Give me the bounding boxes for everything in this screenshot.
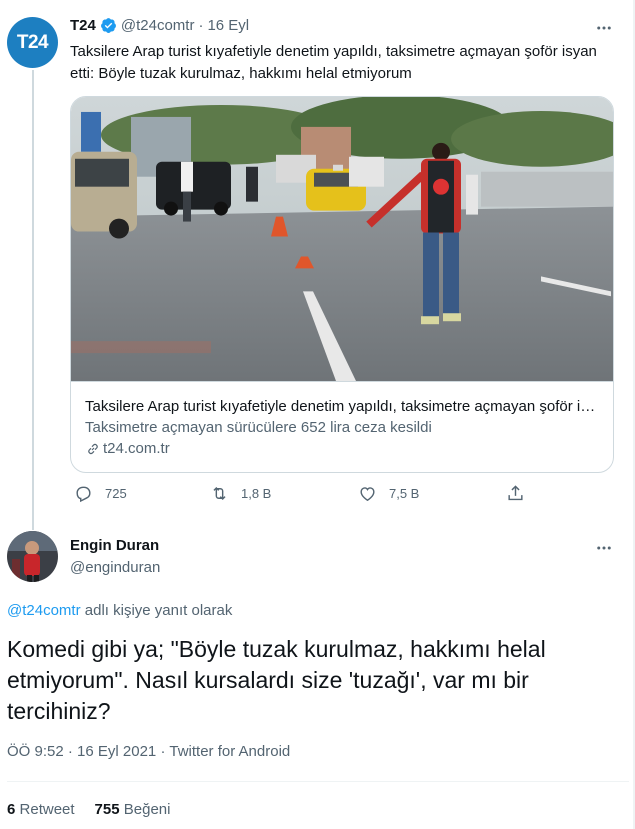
reply-time[interactable]: ÖÖ 9:52 (7, 743, 64, 760)
t24-avatar[interactable]: T24 (7, 17, 58, 68)
divider (7, 781, 629, 782)
retweet-button[interactable]: 1,8 B (210, 484, 271, 503)
retweets-label: Retweet (19, 801, 75, 818)
reply-to-handle-link[interactable]: @t24comtr (7, 602, 81, 619)
reply-author-handle[interactable]: @enginduran (70, 559, 160, 576)
reply-source[interactable]: Twitter for Android (169, 743, 290, 760)
share-icon (508, 485, 523, 501)
header-separator: · (198, 17, 204, 34)
tweet-author-name[interactable]: T24 (70, 17, 96, 34)
engagement-stats: 6 Retweet 755 Beğeni (7, 801, 190, 818)
engin-duran-avatar[interactable] (7, 531, 58, 582)
likes-stat[interactable]: 755 Beğeni (95, 801, 171, 818)
like-count: 7,5 B (389, 486, 420, 501)
tweet-action-bar: 725 1,8 B 7,5 B (70, 484, 540, 510)
reply-icon (76, 486, 91, 503)
article-photo (71, 97, 613, 382)
like-button[interactable]: 7,5 B (358, 484, 419, 503)
card-title[interactable]: Taksilere Arap turist kıyafetiyle deneti… (85, 398, 601, 415)
reply-button[interactable]: 725 (74, 484, 127, 503)
tweet-date[interactable]: 16 Eyl (207, 17, 249, 34)
reply-date[interactable]: 16 Eyl 2021 (77, 743, 156, 760)
replying-to: @t24comtr adlı kişiye yanıt olarak (7, 602, 232, 619)
retweet-count: 1,8 B (241, 486, 272, 501)
more-icon[interactable] (594, 538, 614, 558)
retweets-count: 6 (7, 801, 16, 818)
reply-text: Komedi gibi ya; "Böyle tuzak kurulmaz, h… (7, 636, 546, 724)
card-description: Taksimetre açmayan sürücülere 652 lira c… (85, 419, 432, 436)
reply-metadata: ÖÖ 9:52 · 16 Eyl 2021 · Twitter for Andr… (7, 743, 291, 760)
likes-count: 755 (94, 801, 120, 818)
likes-label: Beğeni (123, 801, 171, 818)
tweet-header: T24 @t24comtr · 16 Eyl (70, 17, 249, 34)
like-icon (360, 487, 375, 502)
card-domain[interactable]: t24.com.tr (85, 440, 170, 457)
retweets-stat[interactable]: 6 Retweet (7, 801, 75, 818)
tweet-text: Taksilere Arap turist kıyafetiyle deneti… (70, 43, 597, 82)
reply-author-name[interactable]: Engin Duran (70, 537, 159, 554)
tweet-author-handle[interactable]: @t24comtr (121, 17, 195, 34)
avatar-photo (7, 531, 58, 582)
verified-badge-icon (100, 18, 116, 33)
retweet-icon (213, 486, 226, 501)
link-card[interactable]: Taksilere Arap turist kıyafetiyle deneti… (70, 96, 614, 473)
reply-to-suffix: adlı kişiye yanıt olarak (80, 602, 233, 619)
card-domain-text: t24.com.tr (103, 440, 170, 457)
more-icon[interactable] (594, 18, 614, 38)
reply-count: 725 (105, 486, 127, 501)
share-button[interactable] (506, 484, 525, 503)
link-icon (88, 443, 98, 454)
thread-connector-line (32, 70, 34, 530)
